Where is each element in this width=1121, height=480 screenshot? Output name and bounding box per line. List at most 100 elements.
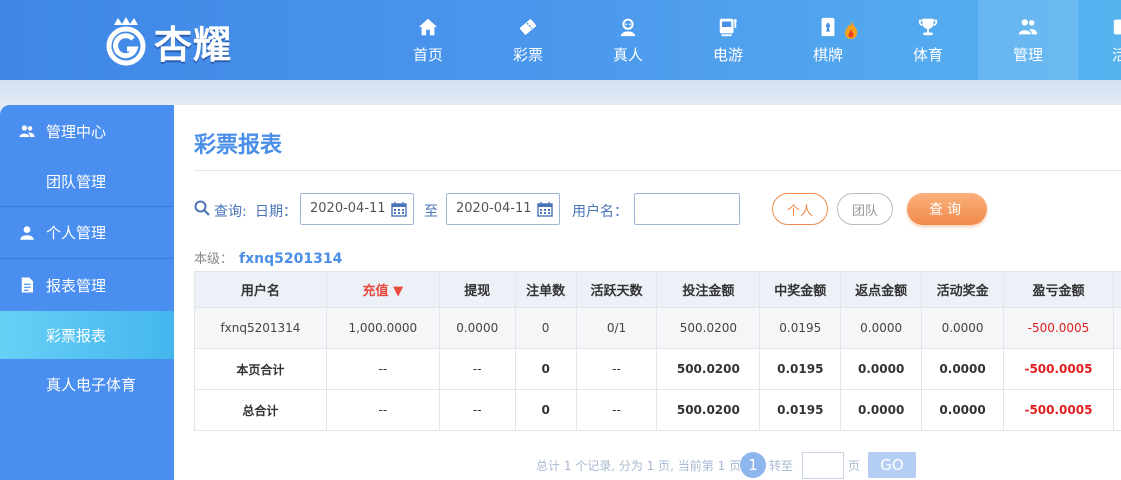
- current-level: 本级： fxnq5201314: [194, 248, 342, 267]
- report-icon: [21, 277, 33, 293]
- main-panel: 彩票报表 查询: 日期： 2020-04-11 至 2020-04-11 用户名…: [174, 105, 1121, 480]
- logo-emblem-icon: [106, 17, 146, 66]
- sidebar-item-lottery-report[interactable]: 彩票报表: [0, 311, 174, 359]
- cell-username[interactable]: fxnq5201314: [194, 307, 327, 349]
- cell-withdraw: --: [438, 389, 516, 431]
- column-header-overflow: [1112, 271, 1121, 308]
- nav-sports[interactable]: 体育: [878, 0, 978, 80]
- sidebar-item-live-electronic-sports[interactable]: 真人电子体育: [0, 359, 174, 409]
- cell-recharge: --: [325, 348, 440, 390]
- cell-active-days: 0/1: [575, 307, 658, 349]
- sidebar-group-reports[interactable]: 报表管理: [0, 259, 174, 311]
- date-from-input[interactable]: 2020-04-11: [300, 193, 414, 225]
- date-to-label: 至: [424, 204, 438, 220]
- calendar-icon[interactable]: [391, 201, 407, 217]
- cell-bonus: 0.0000: [921, 389, 1005, 431]
- level-label: 本级：: [194, 252, 234, 267]
- column-header: 活跃天数: [575, 271, 658, 308]
- column-header: 投注金额: [656, 271, 761, 308]
- nav-label: 棋牌: [812, 45, 843, 64]
- cell-withdraw: --: [438, 348, 516, 390]
- pagination-summary: 总计 1 个记录, 分为 1 页, 当前第 1 页: [536, 459, 742, 473]
- jump-label: 转至: [769, 459, 794, 473]
- cell-win-amount: 0.0195: [759, 307, 842, 349]
- report-table: 用户名 充值 ▼ 提现 注单数 活跃天数 投注金额 中奖金额 返点金额 活动奖金…: [194, 271, 1121, 431]
- cell-label: 本页合计: [194, 348, 327, 390]
- nav-live[interactable]: 真人: [578, 0, 678, 80]
- nav-label: 彩票: [512, 45, 543, 64]
- cell-bets: 0: [514, 389, 577, 431]
- team-button[interactable]: 团队: [837, 193, 893, 225]
- cell-rebate: 0.0000: [840, 389, 923, 431]
- nav-label: 电游: [712, 45, 743, 64]
- personal-button[interactable]: 个人: [772, 193, 828, 225]
- date-label: 日期：: [255, 204, 297, 220]
- cell-bonus: 0.0000: [921, 348, 1005, 390]
- cell-label: 总合计: [194, 389, 327, 431]
- cell-bets: 0: [514, 307, 577, 349]
- dealer-icon: [620, 18, 636, 36]
- column-header: 注单数: [514, 271, 577, 308]
- nav-lottery[interactable]: 彩票: [478, 0, 578, 80]
- table-header-row: 用户名 充值 ▼ 提现 注单数 活跃天数 投注金额 中奖金额 返点金额 活动奖金…: [194, 271, 1121, 308]
- sidebar-item-label: 彩票报表: [46, 326, 107, 345]
- nav-home[interactable]: 首页: [378, 0, 478, 80]
- page-title: 彩票报表: [194, 133, 283, 158]
- cell-bet-amount: 500.0200: [656, 389, 761, 431]
- cell-bet-amount: 500.0200: [656, 307, 761, 349]
- level-username-link[interactable]: fxnq5201314: [239, 251, 342, 267]
- nav-activity[interactable]: 活: [1078, 0, 1121, 80]
- page-jump-input[interactable]: [802, 452, 844, 479]
- cell-withdraw: 0.0000: [438, 307, 516, 349]
- home-icon: [418, 18, 438, 35]
- table-row-grand-total: 总合计 -- -- 0 -- 500.0200 0.0195 0.0000 0.…: [194, 389, 1121, 431]
- nav-manage[interactable]: 管理: [978, 0, 1078, 80]
- users-icon: [19, 125, 35, 137]
- users-icon: [1018, 18, 1038, 34]
- cell-recharge: --: [325, 389, 440, 431]
- cell-profit-loss: -500.0005: [1003, 307, 1114, 349]
- brand-name: 杏耀: [154, 22, 233, 67]
- nav-chess[interactable]: 棋牌: [778, 0, 878, 80]
- brand-logo[interactable]: 杏耀: [100, 8, 250, 74]
- filter-bar: 查询: 日期： 2020-04-11 至 2020-04-11 用户名： 个人 …: [194, 193, 1121, 225]
- trophy-icon: [918, 18, 938, 35]
- cell-rebate: 0.0000: [840, 307, 923, 349]
- main-nav: 首页 彩票 真人 电游 棋牌 体育 管理 活: [378, 0, 1121, 80]
- nav-slots[interactable]: 电游: [678, 0, 778, 80]
- nav-label: 管理: [1012, 45, 1043, 64]
- sidebar-group-personal[interactable]: 个人管理: [0, 207, 174, 259]
- table-row: fxnq5201314 1,000.0000 0.0000 0 0/1 500.…: [194, 307, 1121, 349]
- nav-label: 首页: [412, 45, 443, 64]
- sidebar-group-label: 管理中心: [46, 122, 107, 141]
- table-row-page-total: 本页合计 -- -- 0 -- 500.0200 0.0195 0.0000 0…: [194, 348, 1121, 390]
- cards-icon: [821, 17, 835, 36]
- column-header: 用户名: [194, 271, 327, 308]
- cell-active-days: --: [575, 348, 658, 390]
- column-header-sortable[interactable]: 充值 ▼: [325, 271, 440, 308]
- date-to-value: 2020-04-11: [456, 201, 532, 216]
- calendar-icon[interactable]: [537, 201, 553, 217]
- page-unit-label: 页: [848, 459, 861, 473]
- sidebar-item-team-management[interactable]: 团队管理: [0, 157, 174, 207]
- top-navbar: 杏耀 首页 彩票 真人 电游 棋牌 体育 管理 活: [0, 0, 1121, 80]
- sub-header-strip: [0, 80, 1121, 105]
- column-header: 活动奖金: [921, 271, 1005, 308]
- date-to-input[interactable]: 2020-04-11: [446, 193, 560, 225]
- cell-overflow: [1112, 348, 1121, 390]
- partial-icon: [1113, 19, 1121, 34]
- page-number-current[interactable]: 1: [740, 452, 766, 478]
- nav-label: 真人: [612, 45, 643, 64]
- column-header: 中奖金额: [759, 271, 842, 308]
- hot-flame-icon: [845, 21, 858, 39]
- cell-overflow: [1112, 389, 1121, 431]
- cell-recharge: 1,000.0000: [325, 307, 440, 349]
- query-button[interactable]: 查询: [907, 193, 987, 225]
- sidebar-group-management-center[interactable]: 管理中心: [0, 105, 174, 157]
- username-input[interactable]: [634, 193, 740, 225]
- username-label: 用户名：: [572, 204, 628, 220]
- column-header: 返点金额: [840, 271, 923, 308]
- slot-machine-icon: [719, 18, 737, 36]
- go-button[interactable]: GO: [868, 452, 916, 478]
- sidebar-item-label: 团队管理: [46, 173, 107, 191]
